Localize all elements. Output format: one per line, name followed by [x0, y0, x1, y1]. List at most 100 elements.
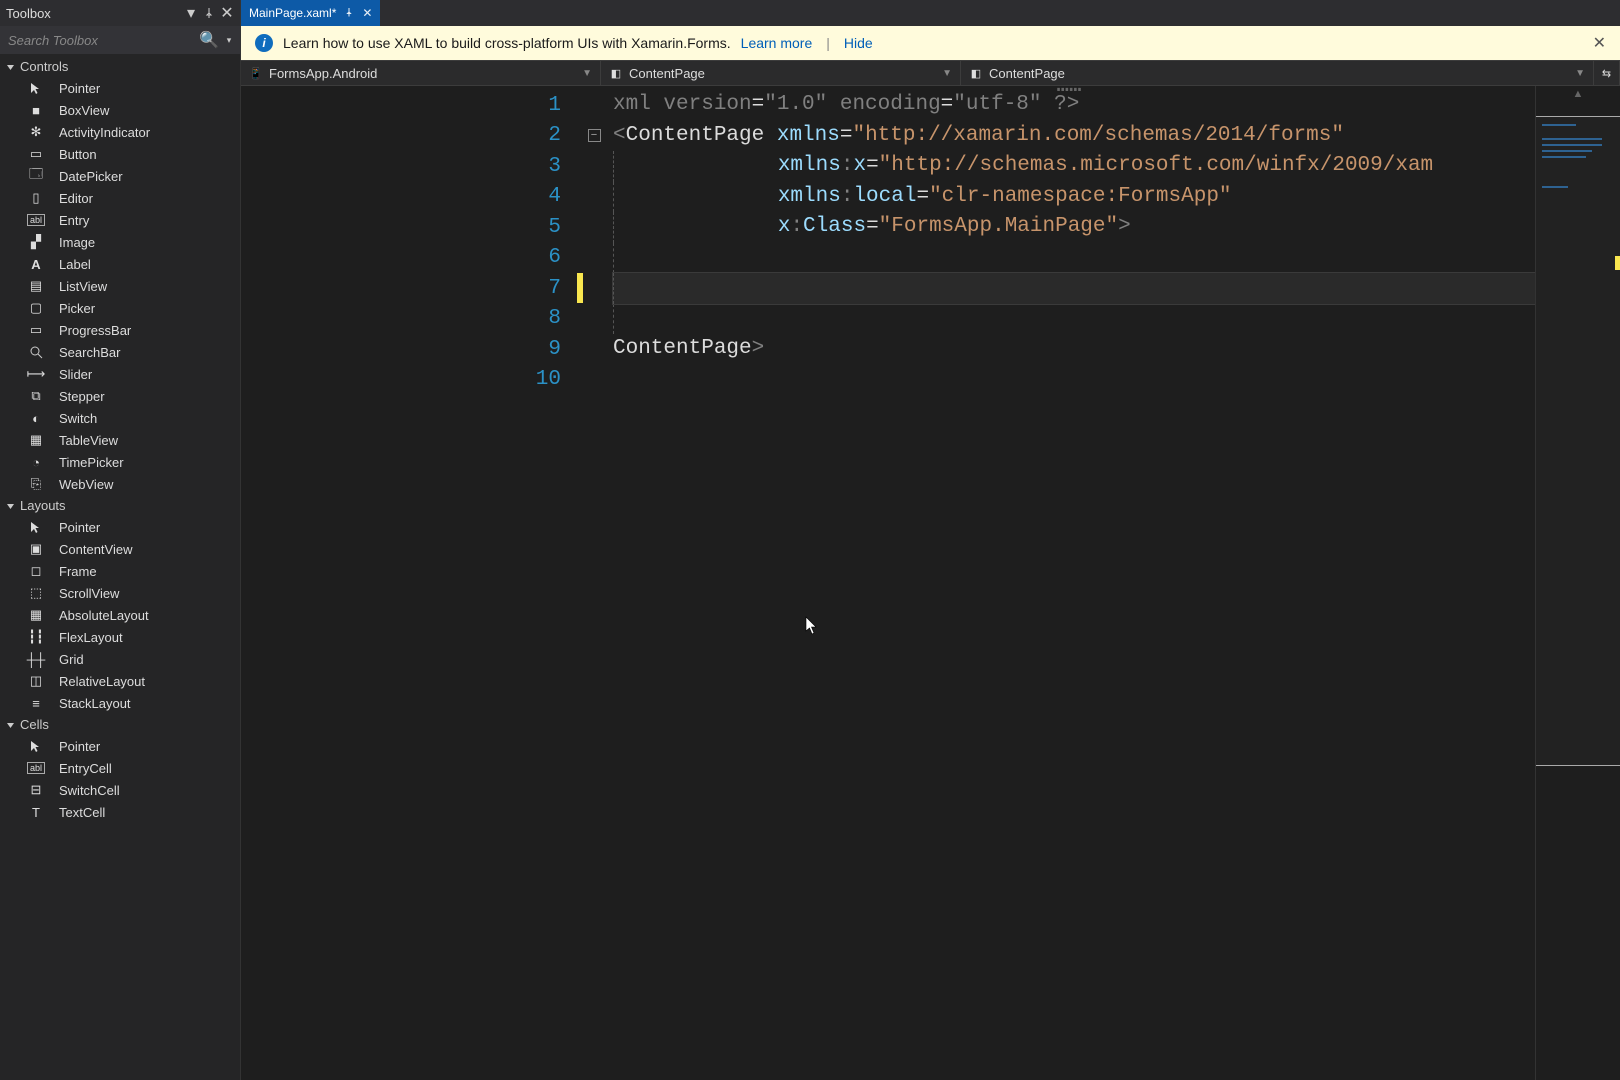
toolbox-item-pointer[interactable]: Pointer — [0, 735, 240, 757]
toolbox-search-input[interactable] — [0, 33, 198, 48]
line-number: 6 — [241, 246, 577, 269]
category-label: Layouts — [20, 498, 66, 513]
toolbox-item-searchbar[interactable]: SearchBar — [0, 341, 240, 363]
minimap-up-icon[interactable]: ▲ — [1573, 88, 1584, 100]
context-project-selector[interactable]: 📱 FormsApp.Android ▼ — [241, 61, 601, 85]
line-number: 10 — [241, 368, 577, 391]
tab-close-icon[interactable]: ✕ — [362, 6, 372, 20]
toolbox-item-label: SearchBar — [59, 345, 120, 360]
context-swap-button[interactable]: ⇆ — [1594, 61, 1620, 85]
context-scope2-selector[interactable]: ◧ ContentPage ▼ — [961, 61, 1594, 85]
code-line-3[interactable]: xmlns:x="http://schemas.microsoft.com/wi… — [613, 151, 1535, 182]
modified-marker — [577, 151, 583, 181]
toolbox-item-boxview[interactable]: ■BoxView — [0, 99, 240, 121]
toolbox-item-label[interactable]: ALabel — [0, 253, 240, 275]
info-bar: i Learn how to use XAML to build cross-p… — [241, 26, 1620, 60]
toolbox-item-label: AbsoluteLayout — [59, 608, 149, 623]
toolbox-item-slider[interactable]: ⟼Slider — [0, 363, 240, 385]
code-line-6[interactable] — [613, 243, 1535, 274]
document-tabs: MainPage.xaml* ✕ — [241, 0, 1620, 26]
toolbox-item-entry[interactable]: ablEntry — [0, 209, 240, 231]
tab-pin-icon[interactable] — [344, 6, 354, 20]
toolbox-item-label: ListView — [59, 279, 107, 294]
toolbox-item-label: FlexLayout — [59, 630, 123, 645]
code-area[interactable]: ⋯⋯ xml version="1.0" encoding="utf-8" ?>… — [603, 86, 1535, 1080]
toolbox-item-switch[interactable]: ◐Switch — [0, 407, 240, 429]
toolbox-item-timepicker[interactable]: ◔TimePicker — [0, 451, 240, 473]
toolbox-item-webview[interactable]: ⎘WebView — [0, 473, 240, 495]
pin-icon[interactable] — [202, 6, 216, 20]
code-line-5[interactable]: x:Class="FormsApp.MainPage"> — [613, 212, 1535, 243]
act-icon: ✻ — [26, 124, 46, 140]
modified-marker — [577, 90, 583, 120]
toolbox-item-textcell[interactable]: TTextCell — [0, 801, 240, 823]
scroll-icon: ⬚ — [26, 585, 46, 601]
search-options-dropdown-icon[interactable]: ▾ — [222, 33, 236, 47]
toolbox-item-frame[interactable]: ◻Frame — [0, 560, 240, 582]
close-icon[interactable]: ✕ — [220, 6, 234, 20]
toolbox-item-pointer[interactable]: Pointer — [0, 77, 240, 99]
code-line-9[interactable]: ContentPage> — [603, 334, 1535, 365]
toolbox-item-listview[interactable]: ▤ListView — [0, 275, 240, 297]
learn-more-link[interactable]: Learn more — [741, 35, 813, 51]
toolbox-item-switchcell[interactable]: ⊟SwitchCell — [0, 779, 240, 801]
toolbox-category-layouts[interactable]: Layouts — [0, 495, 240, 516]
toolbox-item-progressbar[interactable]: ▭ProgressBar — [0, 319, 240, 341]
toolbox-item-label: Picker — [59, 301, 95, 316]
toolbox-item-picker[interactable]: ▢Picker — [0, 297, 240, 319]
hide-link[interactable]: Hide — [844, 35, 873, 51]
toolbox-item-stepper[interactable]: ⧉Stepper — [0, 385, 240, 407]
modified-marker — [577, 243, 583, 273]
toolbox-item-tableview[interactable]: ▦TableView — [0, 429, 240, 451]
minimap[interactable]: ▲ — [1535, 86, 1620, 1080]
code-line-8[interactable] — [613, 304, 1535, 335]
toolbox-item-datepicker[interactable]: 🗔DatePicker — [0, 165, 240, 187]
flex-icon: ┇┇ — [26, 629, 46, 645]
fold-toggle[interactable]: − — [588, 129, 601, 142]
modified-marker — [577, 212, 583, 242]
chevron-down-icon: ▼ — [582, 68, 592, 79]
line-number: 7 — [241, 277, 577, 300]
toolbox-item-image[interactable]: ▞Image — [0, 231, 240, 253]
toolbox-item-entrycell[interactable]: ablEntryCell — [0, 757, 240, 779]
swap-icon: ⇆ — [1602, 66, 1611, 80]
toolbox-item-label: BoxView — [59, 103, 109, 118]
line-number: 9 — [241, 338, 577, 361]
toolbox-category-cells[interactable]: Cells — [0, 714, 240, 735]
toolbox-item-pointer[interactable]: Pointer — [0, 516, 240, 538]
toolbox-item-flexlayout[interactable]: ┇┇ FlexLayout — [0, 626, 240, 648]
code-line-2[interactable]: <ContentPage xmlns="http://xamarin.com/s… — [603, 121, 1535, 152]
toolbox-item-absolutelayout[interactable]: ▦AbsoluteLayout — [0, 604, 240, 626]
minimap-viewport[interactable] — [1536, 116, 1620, 766]
toolbox-item-button[interactable]: ▭Button — [0, 143, 240, 165]
toolbox-item-label: Switch — [59, 411, 97, 426]
toolbox-category-controls[interactable]: Controls — [0, 56, 240, 77]
line-number: 5 — [241, 216, 577, 239]
toolbox-menu-dropdown-icon[interactable]: ▾ — [184, 6, 198, 20]
document-tab-mainpage[interactable]: MainPage.xaml* ✕ — [241, 0, 380, 26]
code-line-7[interactable] — [613, 273, 1535, 304]
context-project: FormsApp.Android — [269, 66, 377, 81]
toolbox-item-label: TableView — [59, 433, 118, 448]
toolbox-header: Toolbox ▾ ✕ — [0, 0, 240, 26]
toolbox-item-scrollview[interactable]: ⬚ScrollView — [0, 582, 240, 604]
code-line-4[interactable]: xmlns:local="clr-namespace:FormsApp" — [613, 182, 1535, 213]
code-line-10[interactable] — [603, 365, 1535, 396]
chevron-down-icon: ▼ — [1575, 68, 1585, 79]
toolbox-item-editor[interactable]: ▯Editor — [0, 187, 240, 209]
toolbox-item-label: Button — [59, 147, 97, 162]
info-text: Learn how to use XAML to build cross-pla… — [283, 35, 731, 51]
search-icon[interactable]: 🔍 — [202, 33, 216, 47]
code-line-1[interactable]: xml version="1.0" encoding="utf-8" ?> — [603, 90, 1535, 121]
A-icon: A — [26, 256, 46, 272]
editor[interactable]: 12−345678910 ⋯⋯ xml version="1.0" encodi… — [241, 86, 1620, 1080]
toolbox-item-activityindicator[interactable]: ✻ActivityIndicator — [0, 121, 240, 143]
context-scope1-selector[interactable]: ◧ ContentPage ▼ — [601, 61, 961, 85]
toolbox-item-grid[interactable]: ┼┼Grid — [0, 648, 240, 670]
ptr-icon — [26, 519, 46, 535]
infobar-close-icon[interactable]: ✕ — [1593, 33, 1606, 53]
toolbox-item-contentview[interactable]: ▣ContentView — [0, 538, 240, 560]
toolbox-item-stacklayout[interactable]: ≡StackLayout — [0, 692, 240, 714]
scell-icon: ⊟ — [26, 782, 46, 798]
toolbox-item-relativelayout[interactable]: ◫RelativeLayout — [0, 670, 240, 692]
